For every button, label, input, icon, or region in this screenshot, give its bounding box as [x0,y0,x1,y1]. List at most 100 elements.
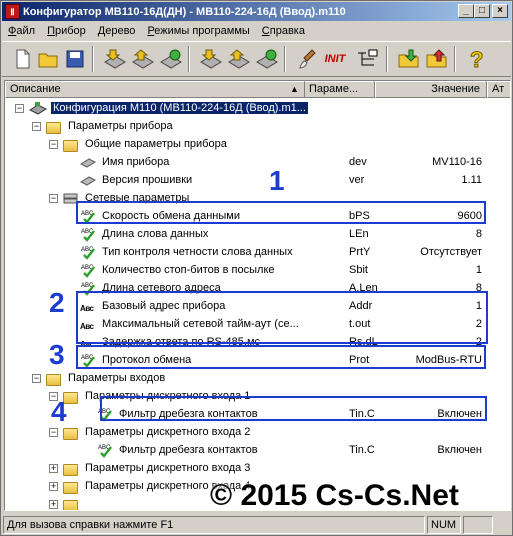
maximize-button[interactable]: □ [474,4,490,18]
column-param[interactable]: Параме... [305,81,375,98]
menu-tree[interactable]: Дерево [92,22,142,40]
row-value: 1.11 [461,174,482,186]
write-device-icon[interactable] [130,46,156,72]
column-attr[interactable]: Ат [487,81,510,98]
annotation-box-3 [76,345,486,369]
folder-icon [63,428,78,440]
expand-toggle[interactable]: + [49,464,58,473]
open-folder-icon[interactable] [36,46,62,72]
tree-row[interactable]: − Параметры входов [5,369,510,387]
expand-toggle[interactable]: + [49,500,58,509]
configuration-icon [28,102,48,115]
folder-icon [46,122,61,134]
collapse-toggle[interactable]: − [32,374,41,383]
watermark: © 2015 Cs-Cs.Net [210,479,459,512]
tree-row[interactable]: Имя прибора dev MV110-16 [5,153,510,171]
annotation-label-1: 1 [269,165,285,196]
tree-row[interactable]: − Параметры дискретного входа 2 [5,423,510,441]
row-description: Имя прибора [102,156,170,168]
init-icon[interactable]: INIT [320,46,350,72]
device-chip-icon [79,158,97,168]
collapse-toggle[interactable]: − [15,104,24,113]
row-description: Версия прошивки [102,174,193,186]
row-param: dev [349,156,367,168]
title-bar[interactable]: Ⅱ Конфигуратор МВ110-16Д(ДН) - МВ110-224… [2,2,511,21]
toolbar-separator [386,46,388,72]
brush-icon[interactable] [294,46,320,72]
collapse-toggle[interactable]: − [49,140,58,149]
row-description: Параметры прибора [68,120,173,132]
import-icon[interactable] [396,46,422,72]
row-value: 8 [475,228,482,240]
menu-help[interactable]: Справка [256,22,311,40]
row-param: LEn [349,228,369,240]
save-icon[interactable] [62,46,88,72]
row-description: Фильтр дребезга контактов [119,444,258,456]
annotation-label-4: 4 [51,396,67,427]
app-icon: Ⅱ [5,4,20,19]
annotation-box-2 [76,291,488,344]
collapse-toggle[interactable]: − [32,122,41,131]
tree-row[interactable]: + Параметры дискретного входа 3 [5,459,510,477]
status-help-text: Для вызова справки нажмите F1 [3,516,425,534]
column-description[interactable]: Описание ▲ [5,81,305,98]
tree-row[interactable]: ABC Фильтр дребезга контактов Tin.C Включен [5,441,510,459]
column-value[interactable]: Значение [375,81,487,98]
status-empty-pane [463,516,493,534]
close-button[interactable]: × [492,4,508,18]
read-param-icon[interactable] [198,46,224,72]
row-param: ver [349,174,365,186]
minimize-button[interactable]: _ [458,4,474,18]
status-bar: Для вызова справки нажмите F1 NUM [2,514,511,534]
menu-modes[interactable]: Режимы программы [141,22,255,40]
folder-icon [63,482,78,494]
toolbar-separator [284,46,286,72]
row-description: Общие параметры прибора [85,138,227,150]
menu-file[interactable]: Файл [2,22,41,40]
write-param-icon[interactable] [226,46,252,72]
tree-settings-icon[interactable] [354,46,380,72]
row-description: Конфигурация М110 (МВ110-224-16Д (Ввод).… [51,102,308,114]
row-description: Параметры дискретного входа 2 [85,426,251,438]
tree-row[interactable]: − Общие параметры прибора [5,135,510,153]
toolbar-separator [92,46,94,72]
collapse-toggle[interactable]: − [49,428,58,437]
row-value: Отсутствует [420,246,482,258]
menu-device[interactable]: Прибор [41,22,92,40]
window-title: Конфигуратор МВ110-16Д(ДН) - МВ110-224-1… [23,5,346,18]
annotation-label-2: 2 [49,287,65,318]
row-value: MV110-16 [432,156,482,168]
tree-row[interactable]: ABC Длина слова данных LEn 8 [5,225,510,243]
tree-row[interactable]: − Параметры прибора [5,117,510,135]
help-icon[interactable]: ? [464,46,490,72]
check-param-icon[interactable] [254,46,280,72]
row-value: Включен [437,444,482,456]
device-status-icon[interactable] [158,46,184,72]
read-device-icon[interactable] [102,46,128,72]
folder-icon [63,500,78,510]
new-file-icon[interactable] [10,46,36,72]
grid-header: Описание ▲ Параме... Значение Ат [5,81,510,98]
main-window: Ⅱ Конфигуратор МВ110-16Д(ДН) - МВ110-224… [0,0,513,536]
row-description: Параметры входов [68,372,166,384]
tree-row[interactable]: ABC Количество стоп-битов в посылке Sbit 1 [5,261,510,279]
status-num: NUM [427,516,461,534]
menu-bar: Файл Прибор Дерево Режимы программы Спра… [2,22,511,40]
tree-row[interactable]: − Конфигурация М110 (МВ110-224-16Д (Ввод)… [5,99,510,117]
tree-row[interactable]: ABC Тип контроля четности слова данных Prt… [5,243,510,261]
row-param: PrtY [349,246,371,258]
annotation-label-3: 3 [49,339,65,370]
expand-toggle[interactable]: + [49,482,58,491]
toolbar-separator [188,46,190,72]
folder-icon [63,140,78,152]
export-icon[interactable] [424,46,450,72]
collapse-toggle[interactable]: − [49,194,58,203]
row-description: Тип контроля четности слова данных [102,246,293,258]
row-description: Параметры дискретного входа 3 [85,462,251,474]
abc-check-icon: ABC [81,247,95,260]
device-chip-icon [79,176,97,186]
toolbar-separator [454,46,456,72]
folder-icon [46,374,61,386]
tree-row[interactable]: Версия прошивки ver 1.11 [5,171,510,189]
annotation-box-1 [76,201,486,224]
